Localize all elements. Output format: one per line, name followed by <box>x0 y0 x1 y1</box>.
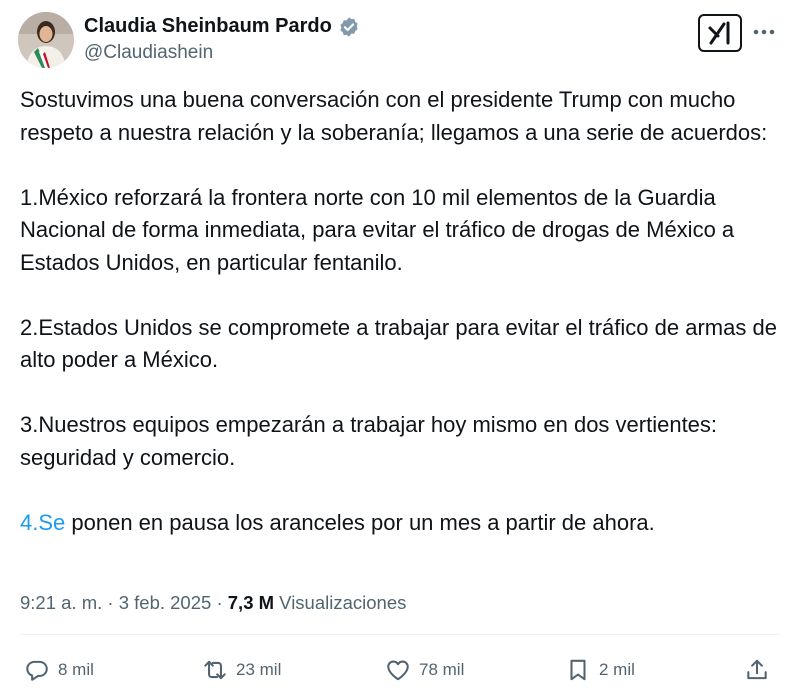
meta-separator: · <box>211 592 228 613</box>
reply-button[interactable]: 8 mil <box>24 655 94 685</box>
share-button[interactable] <box>744 655 770 685</box>
reply-count: 8 mil <box>58 660 94 679</box>
divider <box>20 634 780 635</box>
bookmark-button[interactable]: 2 mil <box>565 655 635 685</box>
tweet-paragraph-point1: 1.México reforzará la frontera norte con… <box>20 184 735 275</box>
avatar[interactable] <box>18 12 74 68</box>
repost-count: 23 mil <box>236 660 282 679</box>
author-display-name[interactable]: Claudia Sheinbaum Pardo <box>84 15 332 38</box>
meta-separator: · <box>102 592 119 613</box>
grok-icon <box>708 21 730 45</box>
heart-icon <box>387 660 409 681</box>
more-options-button[interactable] <box>752 20 776 44</box>
tweet-meta: 9:21 a. m. · 3 feb. 2025 · 7,3 M Visuali… <box>20 592 406 614</box>
bookmark-count: 2 mil <box>599 660 635 679</box>
avatar-photo <box>18 12 74 68</box>
grok-button[interactable] <box>698 14 742 52</box>
tweet-paragraph-intro: Sostuvimos una buena conversación con el… <box>20 87 768 145</box>
views-count[interactable]: 7,3 M <box>228 592 274 613</box>
reply-icon <box>26 660 48 681</box>
tweet-text: Sostuvimos una buena conversación con el… <box>20 84 780 539</box>
tweet-paragraph-point4: 4.Se ponen en pausa los aranceles por un… <box>20 507 780 540</box>
repost-icon <box>204 660 226 680</box>
tweet-paragraph-point4-text: ponen en pausa los aranceles por un mes … <box>65 509 655 535</box>
verified-badge-icon <box>338 16 360 38</box>
like-button[interactable]: 78 mil <box>385 655 464 685</box>
tweet-paragraph-point2: 2.Estados Unidos se compromete a trabaja… <box>20 314 777 373</box>
more-icon <box>753 29 775 35</box>
share-icon <box>747 659 767 680</box>
bookmark-icon <box>570 659 586 681</box>
tweet-time[interactable]: 9:21 a. m. <box>20 592 102 613</box>
tweet-card: Claudia Sheinbaum Pardo @Claudiashein So… <box>0 0 800 700</box>
author-name-row[interactable]: Claudia Sheinbaum Pardo <box>84 15 360 38</box>
views-label: Visualizaciones <box>274 592 407 613</box>
tweet-link[interactable]: 4.Se <box>20 510 65 535</box>
tweet-date[interactable]: 3 feb. 2025 <box>119 592 212 613</box>
author-handle[interactable]: @Claudiashein <box>84 42 213 64</box>
repost-button[interactable]: 23 mil <box>202 655 281 685</box>
tweet-paragraph-point3: 3.Nuestros equipos empezarán a trabajar … <box>20 412 718 470</box>
like-count: 78 mil <box>419 660 465 679</box>
